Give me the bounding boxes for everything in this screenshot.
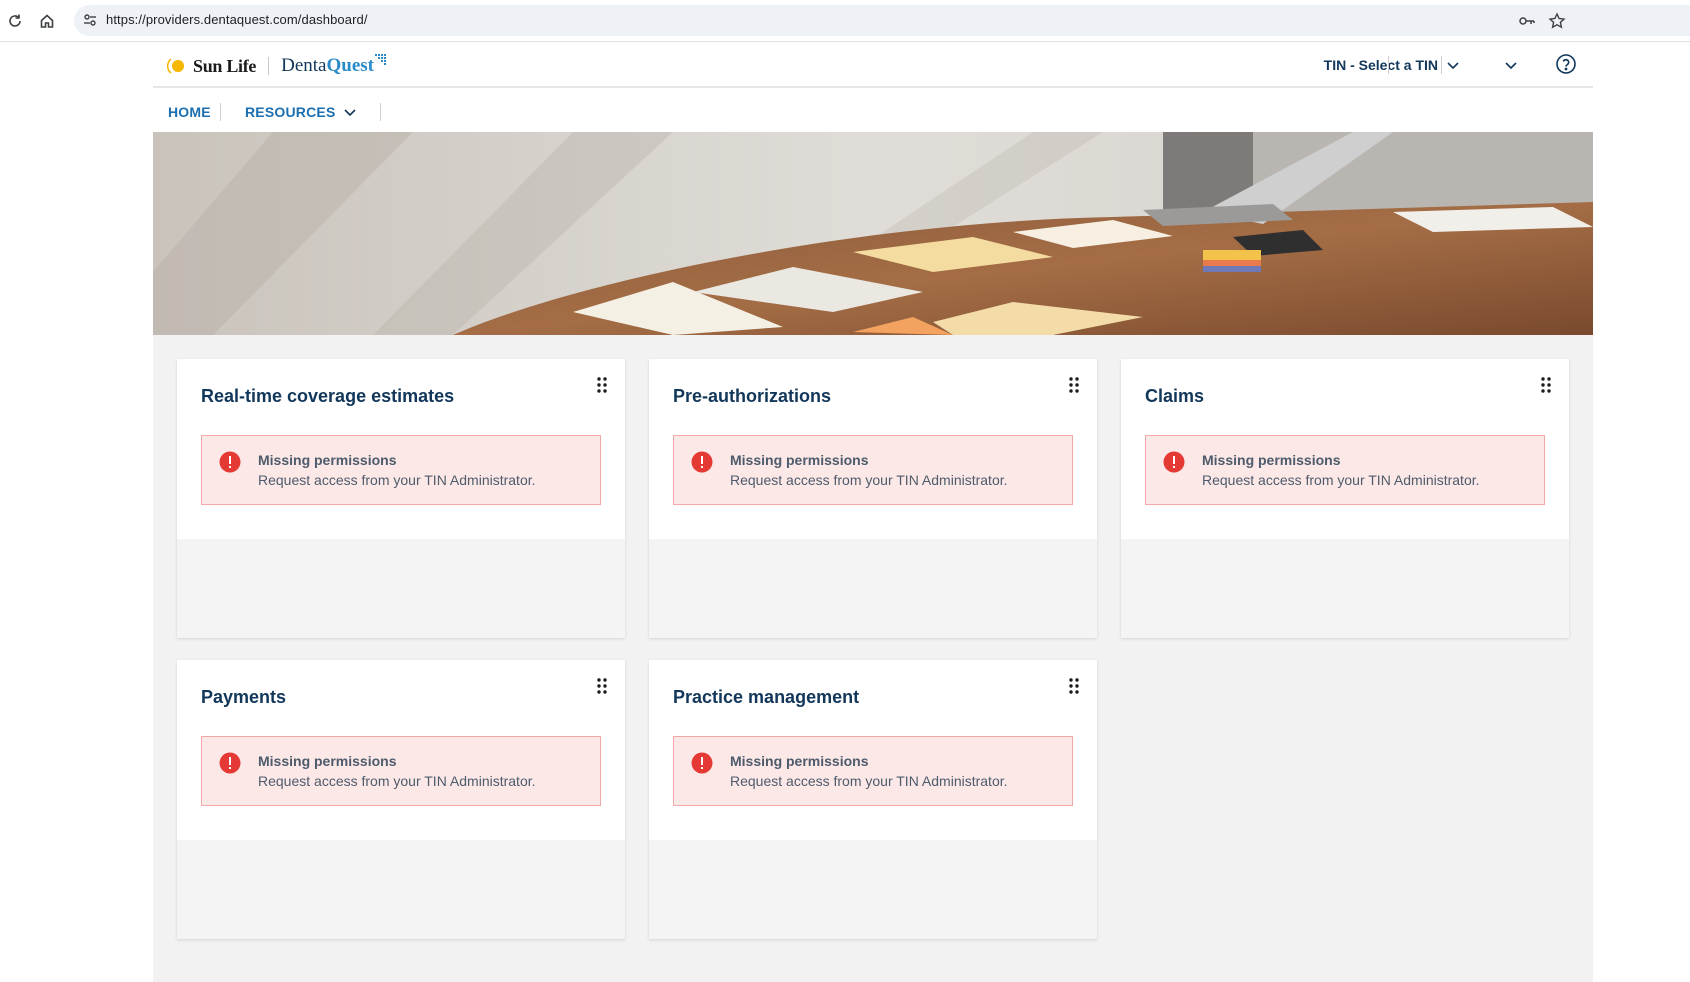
hero-banner-image [153,132,1593,335]
dashboard-area: Real-time coverage estimates Missing per… [153,335,1593,982]
help-icon[interactable] [1555,53,1577,75]
widget-card-body: Real-time coverage estimates Missing per… [177,359,625,539]
header-divider [1388,56,1389,74]
header-divider [1441,56,1442,74]
missing-permissions-alert: Missing permissions Request access from … [673,736,1073,806]
missing-permissions-alert: Missing permissions Request access from … [201,435,601,505]
drag-handle-icon[interactable] [596,376,608,394]
nav-divider [220,103,221,121]
chevron-down-icon [1447,62,1459,70]
drag-handle-icon[interactable] [1068,376,1080,394]
logo-divider [268,57,270,75]
widget-title: Pre-authorizations [673,386,832,406]
logo-dots-icon [375,54,386,65]
site-settings-icon[interactable] [82,12,98,28]
chevron-down-icon [344,109,357,117]
app-container: Sun Life DentaQuest TIN - Select a TIN [153,42,1593,982]
tin-select-dropdown[interactable]: TIN - Select a TIN [1324,55,1460,75]
widget-card: Practice management Missing permissions … [649,660,1097,939]
logo-quest-text: Quest [326,55,375,76]
nav-resources[interactable]: RESOURCES [245,104,357,120]
drag-handle-icon[interactable] [1068,677,1080,695]
url-text: https://providers.dentaquest.com/dashboa… [106,12,368,27]
nav-resources-label: RESOURCES [245,104,336,120]
widget-card: Payments Missing permissions Request acc… [177,660,625,939]
sun-logo-icon [167,58,184,74]
home-icon[interactable] [35,9,59,33]
tin-select-label: TIN - Select a TIN [1323,57,1438,73]
logo-denta-text: Denta [281,55,327,76]
alert-text: Request access from your TIN Administrat… [730,472,1008,488]
missing-permissions-alert: Missing permissions Request access from … [1145,435,1545,505]
widget-card-body: Practice management Missing permissions … [649,660,1097,840]
sunlife-dentaquest-logo[interactable]: Sun Life Denta Quest [167,53,387,79]
widget-title: Real-time coverage estimates [201,386,455,406]
bookmark-star-icon[interactable] [1548,12,1566,30]
error-alert-icon [1163,451,1185,473]
password-key-icon[interactable] [1518,12,1536,30]
widget-card-body: Claims Missing permissions Request acces… [1121,359,1569,539]
error-alert-icon [219,752,241,774]
widget-card-body: Pre-authorizations Missing permissions R… [649,359,1097,539]
reload-icon[interactable] [3,9,27,33]
alert-title: Missing permissions [730,452,869,468]
browser-toolbar: https://providers.dentaquest.com/dashboa… [0,0,1690,42]
widget-card: Real-time coverage estimates Missing per… [177,359,625,638]
chevron-down-icon [1505,62,1517,70]
alert-title: Missing permissions [258,452,397,468]
account-menu-dropdown[interactable] [1501,55,1521,75]
address-bar[interactable]: https://providers.dentaquest.com/dashboa… [74,5,1690,36]
main-nav: HOME RESOURCES [153,90,1593,133]
nav-home[interactable]: HOME [168,104,211,120]
logo-sunlife-text: Sun Life [193,55,257,76]
alert-text: Request access from your TIN Administrat… [258,773,536,789]
app-header: Sun Life Denta Quest TIN - Select a TIN [153,42,1593,88]
widget-card: Pre-authorizations Missing permissions R… [649,359,1097,638]
widget-card: Claims Missing permissions Request acces… [1121,359,1569,638]
error-alert-icon [219,451,241,473]
missing-permissions-alert: Missing permissions Request access from … [201,736,601,806]
drag-handle-icon[interactable] [1540,376,1552,394]
nav-divider [380,103,381,121]
alert-title: Missing permissions [730,753,869,769]
widget-title: Claims [1145,386,1205,406]
widget-card-body: Payments Missing permissions Request acc… [177,660,625,840]
widget-title: Payments [201,687,287,707]
drag-handle-icon[interactable] [596,677,608,695]
alert-title: Missing permissions [258,753,397,769]
alert-text: Request access from your TIN Administrat… [1202,472,1480,488]
missing-permissions-alert: Missing permissions Request access from … [673,435,1073,505]
alert-title: Missing permissions [1202,452,1341,468]
error-alert-icon [691,752,713,774]
alert-text: Request access from your TIN Administrat… [258,472,536,488]
error-alert-icon [691,451,713,473]
alert-text: Request access from your TIN Administrat… [730,773,1008,789]
widget-title: Practice management [673,687,860,707]
